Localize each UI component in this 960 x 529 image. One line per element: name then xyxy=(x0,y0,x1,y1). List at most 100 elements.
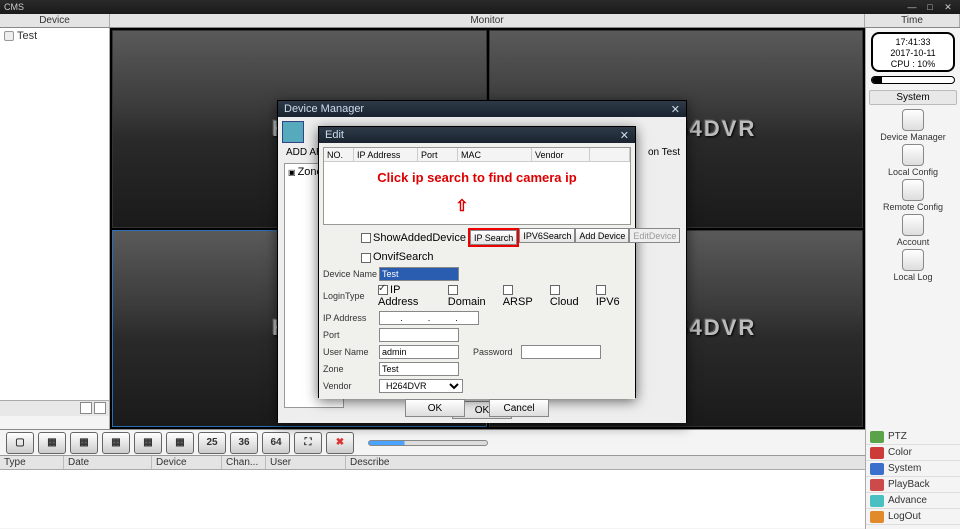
col-port: Port xyxy=(418,148,458,161)
device-tree[interactable]: Test xyxy=(0,28,109,400)
layout-4-button[interactable]: ▦ xyxy=(38,432,66,454)
device-search-grid[interactable]: NO. IP Address Port MAC Vendor Click ip … xyxy=(323,147,631,225)
connection-test-button[interactable]: on Test xyxy=(648,147,680,158)
app-titlebar: CMS — □ ✕ xyxy=(0,0,960,14)
edit-cancel-button[interactable]: Cancel xyxy=(489,399,549,417)
onvif-search-checkbox[interactable]: OnvifSearch xyxy=(361,252,434,262)
login-type-domain[interactable]: Domain xyxy=(448,284,497,308)
vendor-select[interactable]: H264DVR xyxy=(379,379,463,393)
fullscreen-button[interactable]: ⛶ xyxy=(294,432,322,454)
clock-date: 2017-10-11 xyxy=(873,48,953,59)
label-password: Password xyxy=(473,347,521,357)
ipv6-search-button[interactable]: IPV6Search xyxy=(519,228,575,243)
advance-icon xyxy=(870,495,884,507)
login-type-ipv6[interactable]: IPV6 xyxy=(596,284,631,308)
zone-input[interactable] xyxy=(379,362,459,376)
label-device-name: Device Name xyxy=(323,269,379,279)
col-ip: IP Address xyxy=(354,148,418,161)
add-device-button[interactable]: Add Device xyxy=(575,228,629,243)
col-type: Type xyxy=(0,456,64,469)
volume-slider[interactable] xyxy=(368,440,488,446)
edit-titlebar[interactable]: Edit ✕ xyxy=(319,127,635,143)
clock-time: 17:41:33 xyxy=(873,37,953,48)
col-no: NO. xyxy=(324,148,354,161)
tree-item-root[interactable]: Test xyxy=(0,28,109,44)
device-manager-close-icon[interactable]: ✕ xyxy=(671,103,680,116)
time-card: 17:41:33 2017-10-11 CPU : 10% xyxy=(871,32,955,72)
tab-ptz[interactable]: PTZ xyxy=(866,429,960,445)
login-type-arsp[interactable]: ARSP xyxy=(503,284,544,308)
col-mac: MAC xyxy=(458,148,532,161)
tree-status-btn-1[interactable] xyxy=(80,402,92,414)
log-table-body[interactable] xyxy=(0,470,960,528)
color-icon xyxy=(870,447,884,459)
tools-icon xyxy=(902,179,924,201)
disconnect-button[interactable]: ✖ xyxy=(326,432,354,454)
edit-device-button: EditDevice xyxy=(629,228,680,243)
minimize-button[interactable]: — xyxy=(904,2,920,12)
system-item-remote-config[interactable]: Remote Config xyxy=(883,179,943,212)
label-login-type: LoginType xyxy=(323,291,378,301)
device-manager-title: Device Manager xyxy=(284,103,671,115)
layout-16-button[interactable]: ▦ xyxy=(166,432,194,454)
edit-dialog: Edit ✕ NO. IP Address Port MAC Vendor Cl… xyxy=(318,126,636,398)
gear-icon xyxy=(902,144,924,166)
layout-8-button[interactable]: ▦ xyxy=(102,432,130,454)
monitor-icon xyxy=(902,109,924,131)
tab-system[interactable]: System xyxy=(866,461,960,477)
edit-ok-button[interactable]: OK xyxy=(405,399,465,417)
user-icon xyxy=(902,214,924,236)
right-tabs: PTZ Color System PlayBack Advance LogOut xyxy=(865,429,960,529)
label-vendor: Vendor xyxy=(323,381,379,391)
layout-36-button[interactable]: 36 xyxy=(230,432,258,454)
folder-icon xyxy=(4,31,14,41)
system-section-label: System xyxy=(869,90,957,105)
header-device: Device xyxy=(0,14,110,27)
layout-6-button[interactable]: ▦ xyxy=(70,432,98,454)
cpu-progress xyxy=(871,76,955,84)
tab-playback[interactable]: PlayBack xyxy=(866,477,960,493)
layout-25-button[interactable]: 25 xyxy=(198,432,226,454)
maximize-button[interactable]: □ xyxy=(922,2,938,12)
right-panel: 17:41:33 2017-10-11 CPU : 10% System Dev… xyxy=(865,28,960,429)
log-table-header: Type Date Device Chan... User Describe xyxy=(0,456,960,470)
tree-status-btn-2[interactable] xyxy=(94,402,106,414)
tab-logout[interactable]: LogOut xyxy=(866,509,960,525)
col-user: User xyxy=(266,456,346,469)
device-tree-panel: Test xyxy=(0,28,110,429)
show-added-checkbox[interactable]: ShowAddedDevice xyxy=(361,228,466,247)
system-menu: Device Manager Local Config Remote Confi… xyxy=(880,109,946,282)
layout-1-button[interactable]: ▢ xyxy=(6,432,34,454)
password-input[interactable] xyxy=(521,345,601,359)
tab-color[interactable]: Color xyxy=(866,445,960,461)
login-type-cloud[interactable]: Cloud xyxy=(550,284,590,308)
label-ip-address: IP Address xyxy=(323,313,379,323)
device-name-input[interactable] xyxy=(379,267,459,281)
cpu-usage: CPU : 10% xyxy=(873,59,953,70)
tab-advance[interactable]: Advance xyxy=(866,493,960,509)
label-port: Port xyxy=(323,330,379,340)
logout-icon xyxy=(870,511,884,523)
label-user-name: User Name xyxy=(323,347,379,357)
col-channel: Chan... xyxy=(222,456,266,469)
login-type-ip[interactable]: IP Address xyxy=(378,284,442,308)
system-item-account[interactable]: Account xyxy=(897,214,930,247)
layout-9-button[interactable]: ▦ xyxy=(134,432,162,454)
label-zone: Zone xyxy=(323,364,379,374)
system-item-local-log[interactable]: Local Log xyxy=(893,249,932,282)
edit-close-icon[interactable]: ✕ xyxy=(620,129,629,142)
user-name-input[interactable] xyxy=(379,345,459,359)
close-button[interactable]: ✕ xyxy=(940,2,956,12)
edit-title: Edit xyxy=(325,129,620,141)
ip-search-button[interactable]: IP Search xyxy=(470,230,517,245)
system-item-device-manager[interactable]: Device Manager xyxy=(880,109,946,142)
layout-toolbar: ▢ ▦ ▦ ▦ ▦ ▦ 25 36 64 ⛶ ✖ xyxy=(0,430,960,456)
tree-item-label: Test xyxy=(17,30,37,42)
col-vendor: Vendor xyxy=(532,148,590,161)
layout-64-button[interactable]: 64 xyxy=(262,432,290,454)
system-item-local-config[interactable]: Local Config xyxy=(888,144,938,177)
device-monitor-icon xyxy=(282,121,304,143)
port-input[interactable] xyxy=(379,328,459,342)
device-manager-titlebar[interactable]: Device Manager ✕ xyxy=(278,101,686,117)
ip-address-input[interactable] xyxy=(379,311,479,325)
